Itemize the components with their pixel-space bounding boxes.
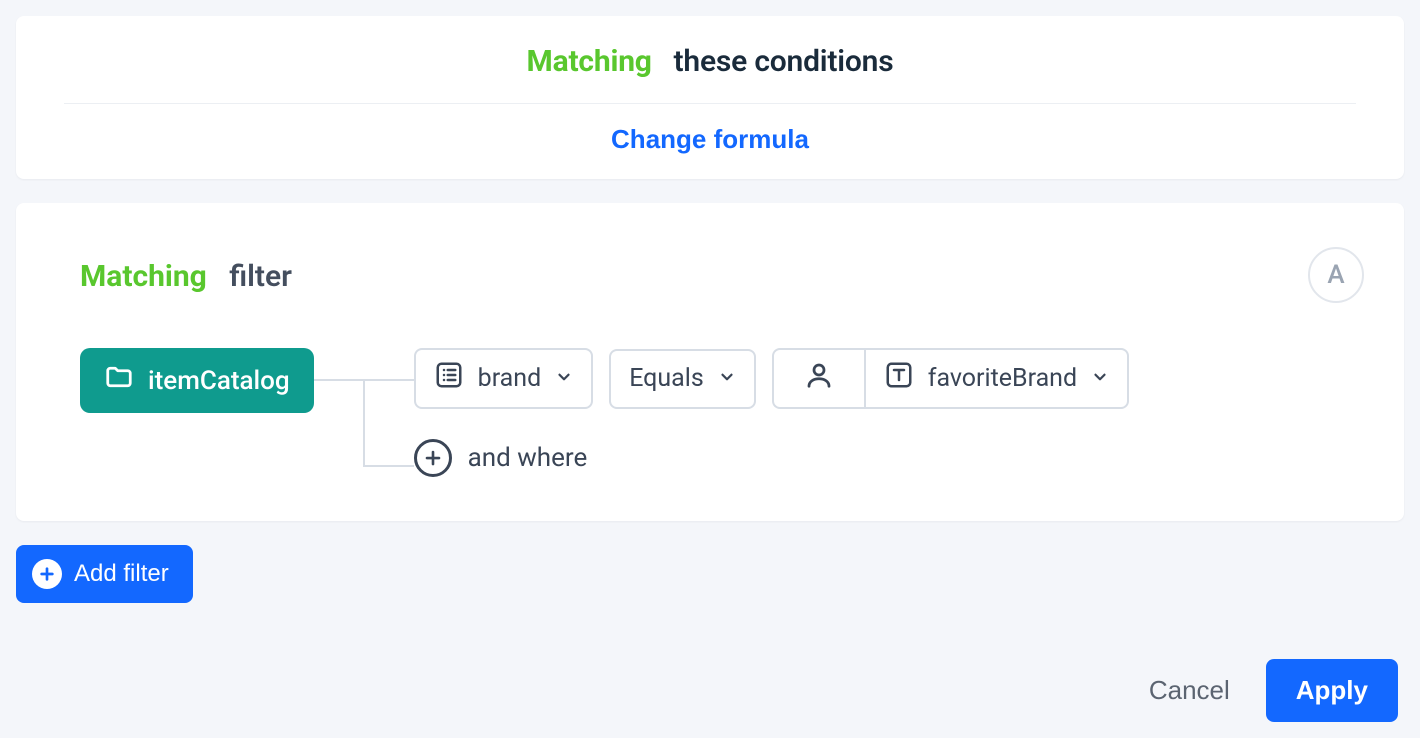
text-field-icon	[884, 360, 914, 397]
chevron-down-icon	[1091, 364, 1109, 393]
condition-row: brand Equals	[414, 348, 1129, 409]
condition-column: brand Equals	[414, 348, 1129, 477]
conditions-title: Matching these conditions	[64, 44, 1356, 79]
chevron-down-icon	[718, 364, 736, 393]
catalog-pill[interactable]: itemCatalog	[80, 348, 314, 413]
apply-button[interactable]: Apply	[1266, 659, 1398, 722]
add-filter-label: Add filter	[74, 560, 169, 588]
matching-keyword-filter: Matching	[80, 259, 207, 294]
field-select[interactable]: brand	[414, 348, 594, 409]
divider	[64, 103, 1356, 104]
conditions-header-card: Matching these conditions Change formula	[16, 16, 1404, 179]
and-where-row: and where	[414, 439, 1129, 477]
value-field-label: favoriteBrand	[928, 364, 1077, 393]
matching-keyword: Matching	[527, 44, 652, 79]
filter-title: Matching filter	[80, 259, 1340, 294]
field-label: brand	[478, 364, 542, 393]
conditions-text: these conditions	[674, 44, 894, 79]
folder-icon	[104, 362, 134, 399]
cancel-button[interactable]: Cancel	[1149, 675, 1230, 706]
person-icon	[804, 360, 834, 397]
value-field-select[interactable]: favoriteBrand	[864, 348, 1129, 409]
operator-label: Equals	[629, 364, 704, 393]
operator-select[interactable]: Equals	[609, 349, 756, 409]
catalog-label: itemCatalog	[148, 366, 290, 396]
filter-card: Matching filter A itemCatalog	[16, 203, 1404, 521]
footer-actions: Cancel Apply	[16, 659, 1404, 722]
add-condition-button[interactable]	[414, 439, 452, 477]
plus-icon	[32, 559, 62, 589]
filter-badge: A	[1308, 247, 1364, 303]
chevron-down-icon	[555, 364, 573, 393]
and-where-label: and where	[468, 443, 588, 473]
value-type-select[interactable]	[772, 348, 864, 409]
list-icon	[434, 360, 464, 397]
filter-text: filter	[229, 259, 292, 294]
filter-row: itemCatalog	[80, 348, 1340, 477]
add-filter-button[interactable]: Add filter	[16, 545, 193, 603]
value-group: favoriteBrand	[772, 348, 1129, 409]
change-formula-button[interactable]: Change formula	[611, 124, 809, 155]
